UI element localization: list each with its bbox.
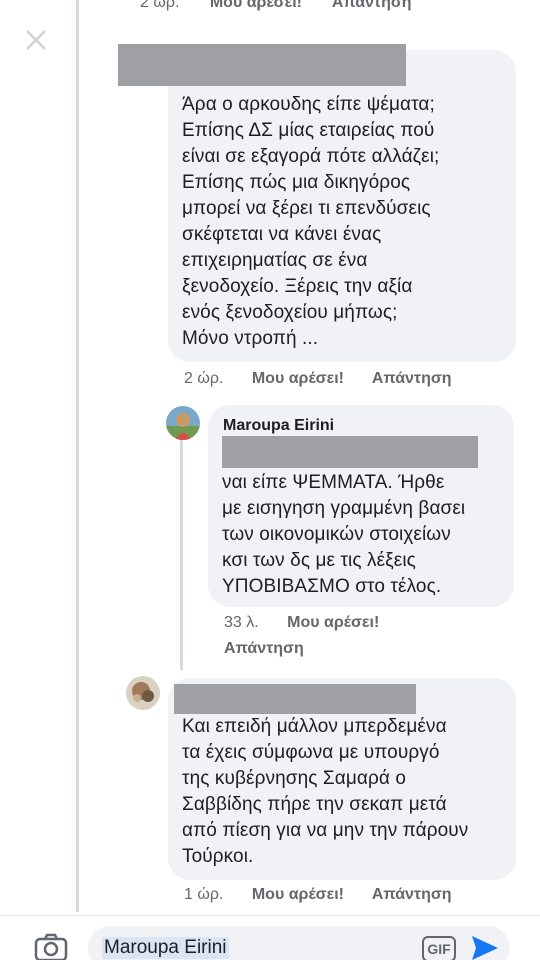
like-link[interactable]: Μου αρέσει!	[252, 370, 344, 387]
gif-label: GIF	[427, 941, 451, 957]
comment-body: Άρα ο αρκουδης είπε ψέματα; Επίσης ΔΣ μί…	[182, 92, 512, 352]
comment-author[interactable]: Maroupa Eirini	[223, 417, 334, 435]
camera-icon[interactable]	[34, 932, 68, 960]
comment-line: Τούρκοι.	[182, 846, 254, 867]
comment-line: από πίεση για να μην την πάρουν	[182, 820, 469, 841]
comment-line: Επίσης πώς μια δικηγόρος	[182, 172, 411, 193]
avatar[interactable]	[166, 406, 200, 440]
like-link[interactable]: Μου αρέσει!	[287, 614, 379, 631]
comment-time: 2 ώρ.	[184, 370, 224, 387]
comment-composer: Maroupa Eirini GIF	[0, 915, 540, 960]
thread-line	[180, 440, 183, 670]
reply-link[interactable]: Απάντηση	[224, 640, 304, 657]
comment-line: μπορεί να ξέρει τι επενδύσεις	[182, 198, 431, 219]
comment-line: ΥΠΟΒΙΒΑΣΜΟ στο τέλος.	[222, 576, 442, 597]
comment-input-value[interactable]: Maroupa Eirini	[102, 937, 229, 959]
comment-line: επιχειρηματίας σε ένα	[182, 250, 368, 271]
comment-body: Και επειδή μάλλον μπερδεμένα τα έχεις σύ…	[182, 714, 514, 870]
close-icon[interactable]	[24, 28, 48, 52]
gif-icon[interactable]: GIF	[422, 936, 456, 960]
comment-actions: 1 ώρ. Μου αρέσει! Απάντηση	[184, 886, 476, 904]
like-link[interactable]: Μου αρέσει!	[210, 0, 302, 11]
comment-line: τα έχεις σύμφωνα με υπουργό	[182, 742, 440, 763]
comment-line: ναι είπε ΨΕΜΜΑΤΑ. Ήρθε	[222, 472, 445, 493]
like-link[interactable]: Μου αρέσει!	[252, 886, 344, 903]
comment-line: με εισηγηση γραμμένη βασει	[222, 498, 466, 519]
comment-line: Σαββίδης πήρε την σεκαπ μετά	[182, 794, 447, 815]
comment-line: κσι των δς με τις λέξεις	[222, 550, 416, 571]
redacted-author	[222, 436, 478, 468]
comment-line: Άρα ο αρκουδης είπε ψέματα;	[182, 94, 435, 115]
top-comment-meta: 2 ωρ. Μου αρέσει! Απάντηση	[140, 0, 438, 12]
comment-line: σκέφτεται να κάνει ένας	[182, 224, 382, 245]
comment-time: 33 λ.	[224, 614, 259, 631]
comment-time: 2 ωρ.	[140, 0, 180, 11]
comment-line: Μόνο ντροπή ...	[182, 328, 319, 349]
redacted-author	[174, 684, 416, 714]
reply-link[interactable]: Απάντηση	[372, 370, 452, 387]
thread-line	[76, 0, 79, 912]
comment-line: ξενοδοχείο. Ξέρεις την αξία	[182, 276, 413, 297]
comment-line: της κυβέρνησης Σαμαρά ο	[182, 768, 407, 789]
comment-actions-wrap: Απάντηση	[224, 640, 328, 658]
comment-body: ναι είπε ΨΕΜΜΑΤΑ. Ήρθε με εισηγηση γραμμ…	[222, 470, 512, 600]
comment-actions: 2 ώρ. Μου αρέσει! Απάντηση	[184, 370, 476, 388]
comment-line: των οικονομικών στοιχείων	[222, 524, 451, 545]
reply-link[interactable]: Απάντηση	[372, 886, 452, 903]
send-icon[interactable]	[470, 934, 500, 960]
comment-line: ενός ξενοδοχείου μήπως;	[182, 302, 398, 323]
comment-time: 1 ώρ.	[184, 886, 224, 903]
reply-link[interactable]: Απάντηση	[332, 0, 412, 11]
comment-input[interactable]: Maroupa Eirini GIF	[88, 926, 510, 960]
avatar[interactable]	[126, 676, 160, 710]
comment-actions: 33 λ. Μου αρέσει!	[224, 614, 403, 632]
comment-line: Επίσης ΔΣ μίας εταιρείας πού	[182, 120, 435, 141]
comment-line: είναι σε εξαγορά πότε αλλάζει;	[182, 146, 440, 167]
comment-line: Και επειδή μάλλον μπερδεμένα	[182, 716, 447, 737]
redacted-author	[118, 44, 406, 86]
